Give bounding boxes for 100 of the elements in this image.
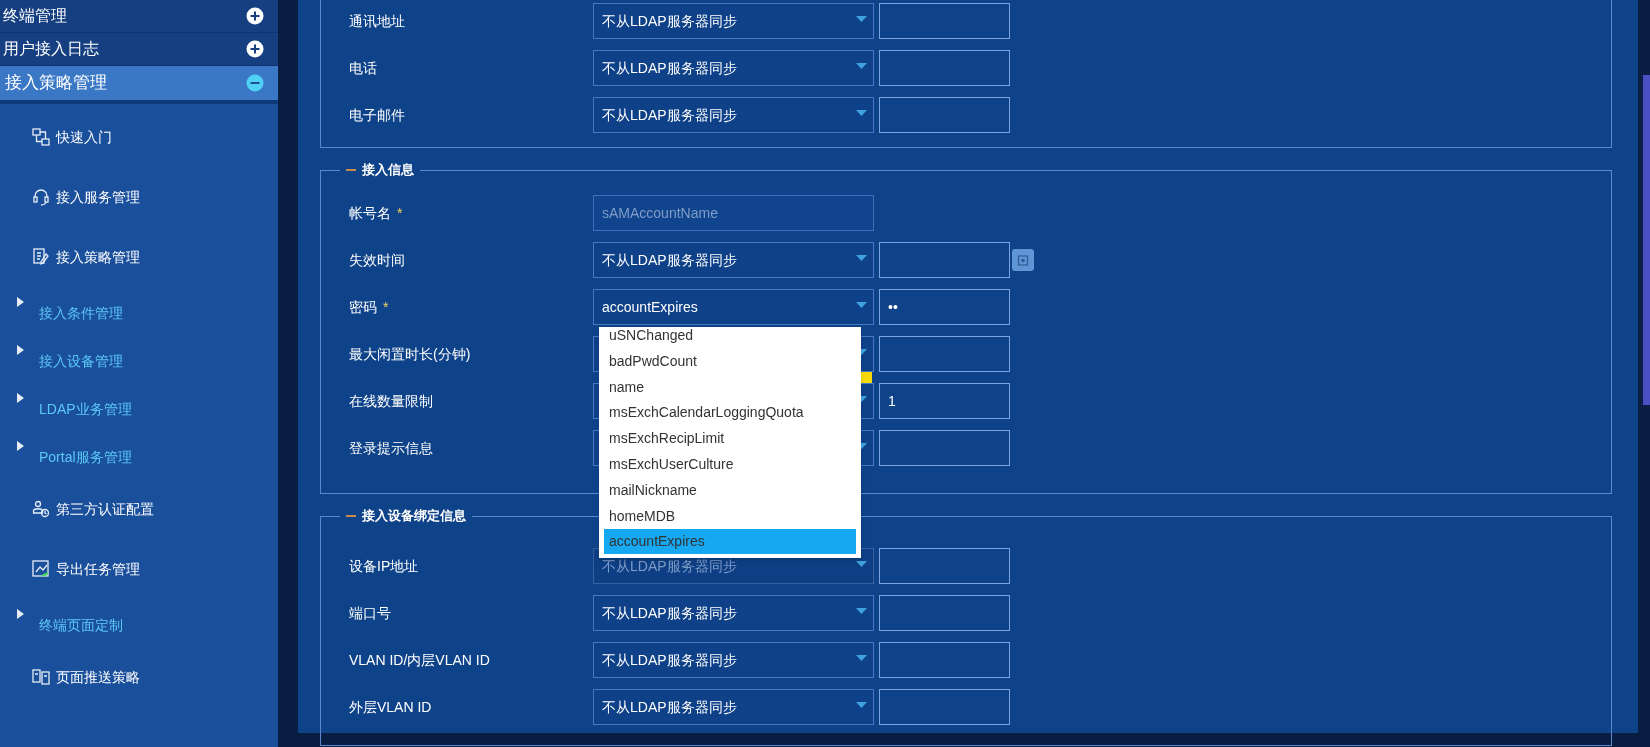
pages-icon <box>32 668 50 686</box>
dropdown-caret-icon <box>856 302 867 308</box>
menu-header[interactable]: 用户接入日志 <box>0 33 278 66</box>
field-label: 最大闲置时长(分钟) <box>349 344 471 364</box>
sync-select[interactable]: 不从LDAP服务器同步 <box>593 97 874 133</box>
dropdown-caret-icon <box>856 561 867 567</box>
sync-select[interactable]: 不从LDAP服务器同步 <box>593 3 874 39</box>
field-label: 设备IP地址 <box>349 556 419 576</box>
submenu-item[interactable]: 接入服务管理 <box>0 167 278 227</box>
section-title: 接入信息 <box>362 161 414 179</box>
field-label: 电话 <box>349 58 377 78</box>
calendar-icon <box>1017 254 1029 266</box>
value-field[interactable] <box>879 595 1010 631</box>
scrollbar-thumb[interactable] <box>1643 75 1650 405</box>
submenu-group[interactable]: 接入条件管理 <box>0 287 278 335</box>
caret-icon <box>17 441 24 451</box>
field-label: 电子邮件 <box>349 105 405 125</box>
submenu-group-label: LDAP业务管理 <box>39 400 132 419</box>
submenu-label: 接入策略管理 <box>56 247 140 267</box>
value-field[interactable] <box>879 97 1010 133</box>
submenu-item[interactable]: 导出任务管理 <box>0 539 278 599</box>
value-field[interactable] <box>879 642 1010 678</box>
field-label: 通讯地址 <box>349 11 405 31</box>
submenu-group[interactable]: LDAP业务管理 <box>0 383 278 431</box>
field-label: 密码 <box>349 297 377 317</box>
headset-icon <box>32 188 50 206</box>
caret-icon <box>17 393 24 403</box>
value-field[interactable] <box>879 242 1010 278</box>
value-field[interactable] <box>879 50 1010 86</box>
field-label: 外层VLAN ID <box>349 697 432 717</box>
sync-select[interactable]: 不从LDAP服务器同步 <box>593 642 874 678</box>
legend-dash-icon <box>346 168 356 171</box>
submenu-group-label: 终端页面定制 <box>39 616 123 635</box>
expand-icon[interactable] <box>246 40 264 58</box>
field-label: VLAN ID/内层VLAN ID <box>349 650 490 670</box>
value-field[interactable] <box>879 689 1010 725</box>
menu-header-label: 接入策略管理 <box>4 72 107 95</box>
caret-icon <box>17 345 24 355</box>
dropdown-option[interactable]: badPwdCount <box>604 348 856 374</box>
dropdown-option[interactable]: mailNickname <box>604 477 856 503</box>
document-icon <box>32 248 50 266</box>
submenu-group-label: 接入条件管理 <box>39 304 123 323</box>
field-label: 帐号名 <box>349 203 391 223</box>
submenu-label: 页面推送策略 <box>56 667 140 687</box>
field-label: 失效时间 <box>349 250 405 270</box>
calendar-button[interactable] <box>1012 249 1034 271</box>
field-label: 在线数量限制 <box>349 391 433 411</box>
submenu-group[interactable]: 终端页面定制 <box>0 599 278 647</box>
dropdown-option[interactable]: homeMDB <box>604 503 856 529</box>
submenu-item[interactable]: 快速入门 <box>0 107 278 167</box>
dropdown-caret-icon <box>856 702 867 708</box>
sync-select[interactable]: 不从LDAP服务器同步 <box>593 50 874 86</box>
dropdown-caret-icon <box>856 110 867 116</box>
expand-icon[interactable] <box>246 7 264 25</box>
submenu-label: 导出任务管理 <box>56 559 140 579</box>
field-label: 端口号 <box>349 603 391 623</box>
required-mark: * <box>383 297 389 317</box>
value-field[interactable]: 1 <box>879 383 1010 419</box>
dropdown-caret-icon <box>856 63 867 69</box>
sync-select[interactable]: 不从LDAP服务器同步 <box>593 689 874 725</box>
field-label: 登录提示信息 <box>349 438 433 458</box>
section-title: 接入设备绑定信息 <box>362 507 466 525</box>
submenu-item[interactable]: 接入策略管理 <box>0 227 278 287</box>
submenu-group[interactable]: Portal服务管理 <box>0 431 278 479</box>
export-icon <box>32 560 50 578</box>
value-field[interactable] <box>879 3 1010 39</box>
value-field[interactable]: •• <box>879 289 1010 325</box>
menu-header-label: 用户接入日志 <box>3 39 99 59</box>
submenu-label: 第三方认证配置 <box>56 499 154 519</box>
submenu-item[interactable]: 第三方认证配置 <box>0 479 278 539</box>
menu-header[interactable]: 接入策略管理 <box>0 66 278 104</box>
legend-dash-icon <box>346 514 356 517</box>
dropdown-option[interactable]: name <box>604 374 856 400</box>
dropdown-option[interactable]: msExchUserCulture <box>604 452 856 477</box>
menu-header-label: 终端管理 <box>3 6 67 26</box>
value-field[interactable] <box>879 336 1010 372</box>
flowchart-icon <box>32 128 50 146</box>
submenu-group-label: 接入设备管理 <box>39 352 123 371</box>
value-field[interactable] <box>879 430 1010 466</box>
sync-select[interactable]: 不从LDAP服务器同步 <box>593 242 874 278</box>
submenu-group[interactable]: 接入设备管理 <box>0 335 278 383</box>
collapse-icon[interactable] <box>246 74 264 92</box>
dropdown-caret-icon <box>856 255 867 261</box>
sync-select[interactable]: accountExpires <box>593 289 874 325</box>
required-mark: * <box>397 203 403 223</box>
submenu-label: 快速入门 <box>56 127 112 147</box>
menu-header[interactable]: 终端管理 <box>0 0 278 33</box>
dropdown-caret-icon <box>856 16 867 22</box>
dropdown-option[interactable]: accountExpires <box>604 529 856 555</box>
submenu-item[interactable]: 页面推送策略 <box>0 647 278 707</box>
caret-icon <box>17 609 24 619</box>
submenu-group-label: Portal服务管理 <box>39 448 132 467</box>
caret-icon <box>17 297 24 307</box>
dropdown-caret-icon <box>856 655 867 661</box>
value-field[interactable] <box>879 548 1010 584</box>
dropdown-option[interactable]: msExchCalendarLoggingQuota <box>604 400 856 426</box>
dropdown-option[interactable]: msExchRecipLimit <box>604 426 856 452</box>
submenu-label: 接入服务管理 <box>56 187 140 207</box>
dropdown-option[interactable]: uSNChanged <box>604 327 856 348</box>
sync-select[interactable]: 不从LDAP服务器同步 <box>593 595 874 631</box>
